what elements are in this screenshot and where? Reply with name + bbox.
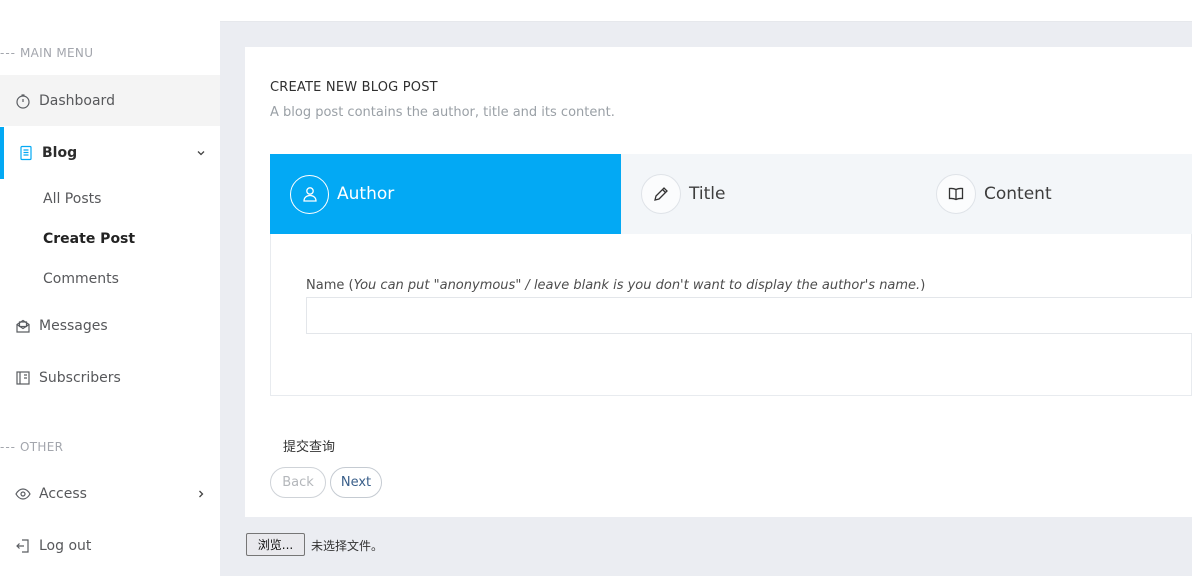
sidebar-item-dashboard[interactable]: Dashboard (0, 75, 220, 126)
submit-query-text[interactable]: 提交查询 (283, 436, 335, 455)
step-label: Content (984, 184, 1052, 204)
chevron-down-icon[interactable] (196, 148, 206, 158)
eye-icon (14, 485, 32, 503)
top-bar (220, 0, 1192, 22)
step-title[interactable]: Title (641, 154, 725, 234)
chevron-right-icon[interactable] (196, 489, 206, 499)
sidebar-item-label: Access (39, 486, 87, 502)
page-subtitle: A blog post contains the author, title a… (270, 105, 615, 120)
sidebar-item-label: Blog (42, 145, 78, 161)
document-icon (17, 144, 35, 162)
author-name-input[interactable] (306, 297, 1192, 334)
sidebar-item-label: Dashboard (39, 92, 115, 109)
sidebar-item-label: Log out (39, 538, 92, 554)
envelope-open-icon (14, 317, 32, 335)
pencil-icon (641, 174, 681, 214)
book-icon (936, 174, 976, 214)
sidebar-item-logout[interactable]: Log out (0, 533, 220, 559)
sidebar-item-label: Subscribers (39, 370, 121, 386)
notebook-icon (14, 369, 32, 387)
sidebar-subitem-create-post[interactable]: Create Post (43, 231, 135, 247)
stopwatch-icon (14, 92, 32, 110)
step-author[interactable]: Author (270, 154, 621, 234)
author-form: Name (You can put "anonymous" / leave bl… (270, 234, 1192, 396)
create-post-card: CREATE NEW BLOG POST A blog post contain… (245, 47, 1192, 517)
user-icon (290, 174, 329, 214)
sidebar: --- MAIN MENU Dashboard Blog All Posts Cr… (0, 0, 220, 576)
name-field-hint: You can put "anonymous" / leave blank is… (353, 278, 921, 293)
back-button[interactable]: Back (270, 467, 326, 498)
sidebar-subitem-comments[interactable]: Comments (43, 271, 119, 287)
sidebar-item-subscribers[interactable]: Subscribers (0, 365, 220, 391)
sidebar-item-access[interactable]: Access (0, 481, 220, 507)
page-title: CREATE NEW BLOG POST (270, 80, 438, 95)
sidebar-subitem-all-posts[interactable]: All Posts (43, 191, 101, 207)
browse-file-button[interactable]: 浏览... (246, 533, 305, 556)
sidebar-item-messages[interactable]: Messages (0, 313, 220, 339)
section-label-other: --- OTHER (0, 440, 64, 454)
section-label-main-menu: --- MAIN MENU (0, 46, 94, 60)
sidebar-item-blog[interactable]: Blog (0, 127, 220, 179)
sidebar-item-label: Messages (39, 318, 108, 334)
logout-icon (14, 537, 32, 555)
name-field-label: Name (You can put "anonymous" / leave bl… (306, 278, 926, 293)
step-label: Author (337, 184, 395, 204)
wizard-steps: Author Title Content (270, 154, 1192, 234)
file-status-text: 未选择文件。 (311, 539, 384, 553)
next-button[interactable]: Next (330, 467, 382, 498)
step-label: Title (689, 184, 726, 204)
step-content[interactable]: Content (936, 154, 1052, 234)
